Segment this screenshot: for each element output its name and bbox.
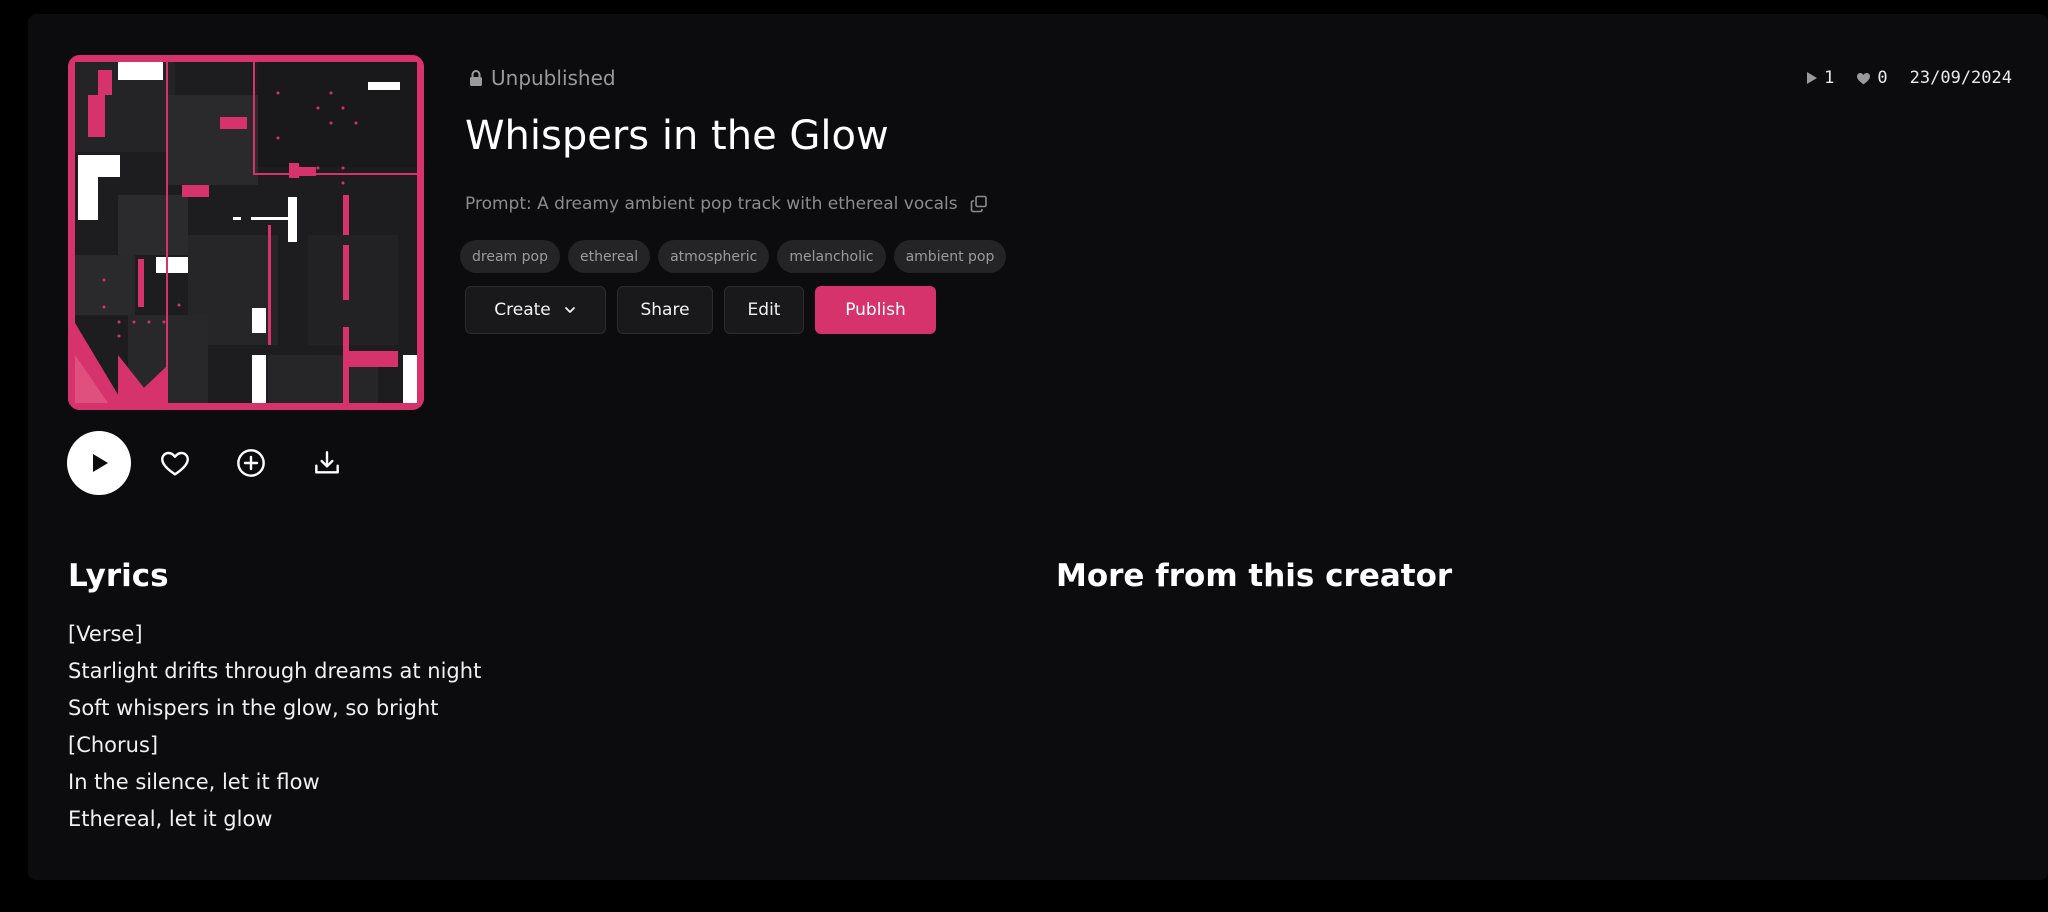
lyrics-line: Ethereal, let it glow	[68, 807, 273, 831]
download-button[interactable]	[309, 445, 345, 481]
chevron-down-icon	[564, 307, 575, 313]
lyrics-line: Soft whispers in the glow, so bright	[68, 696, 439, 720]
publish-status: Unpublished	[469, 64, 616, 92]
status-label: Unpublished	[491, 66, 616, 90]
tag-dream-pop[interactable]: dream pop	[460, 240, 560, 273]
edit-button[interactable]: Edit	[724, 286, 804, 334]
lyrics-list: [Verse] Starlight drifts through dreams …	[68, 616, 481, 838]
lock-icon	[470, 70, 482, 86]
song-prompt: Prompt: A dreamy ambient pop track with …	[465, 190, 988, 218]
song-detail-panel: Unpublished Whispers in the Glow Prompt:…	[28, 14, 2048, 880]
song-actions: Create Share Edit Publish	[465, 286, 936, 334]
tag-ethereal[interactable]: ethereal	[567, 240, 651, 273]
lyrics-heading: Lyrics	[68, 558, 169, 594]
more-from-creator-heading: More from this creator	[1056, 558, 1453, 594]
like-count-value: 0	[1877, 68, 1888, 88]
lyrics-line: Starlight drifts through dreams at night	[68, 659, 482, 683]
song-title: Whispers in the Glow	[465, 113, 889, 159]
share-button[interactable]: Share	[617, 286, 713, 334]
add-to-playlist-button[interactable]	[233, 445, 269, 481]
lyrics-line: [Chorus]	[68, 733, 159, 757]
cover-art	[68, 55, 424, 410]
created-date: 23/09/2024	[1909, 68, 2012, 88]
tag-ambient-pop[interactable]: ambient pop	[893, 240, 1007, 273]
copy-icon[interactable]	[970, 195, 988, 213]
tag-atmospheric[interactable]: atmospheric	[658, 240, 770, 273]
like-count: 0	[1856, 68, 1888, 88]
create-dropdown-button[interactable]: Create	[465, 286, 606, 334]
play-button[interactable]	[67, 431, 131, 495]
lyrics-line: In the silence, let it flow	[68, 770, 320, 794]
create-button-label: Create	[494, 300, 551, 320]
prompt-text: Prompt: A dreamy ambient pop track with …	[465, 194, 958, 214]
heart-icon	[161, 451, 189, 476]
like-button[interactable]	[157, 445, 193, 481]
heart-icon	[1857, 73, 1871, 85]
publish-button[interactable]: Publish	[815, 286, 936, 334]
song-stats: 1 0 23/09/2024	[1806, 64, 2012, 92]
genre-tags: dream pop ethereal atmospheric melanchol…	[460, 240, 1007, 273]
play-icon	[1807, 72, 1818, 84]
play-count-value: 1	[1824, 68, 1835, 88]
lyrics-line: [Verse]	[68, 622, 143, 646]
play-icon	[93, 454, 108, 472]
tag-melancholic[interactable]: melancholic	[777, 240, 886, 273]
download-icon	[315, 451, 339, 474]
plus-circle-icon	[237, 449, 265, 477]
play-count: 1	[1806, 68, 1834, 88]
